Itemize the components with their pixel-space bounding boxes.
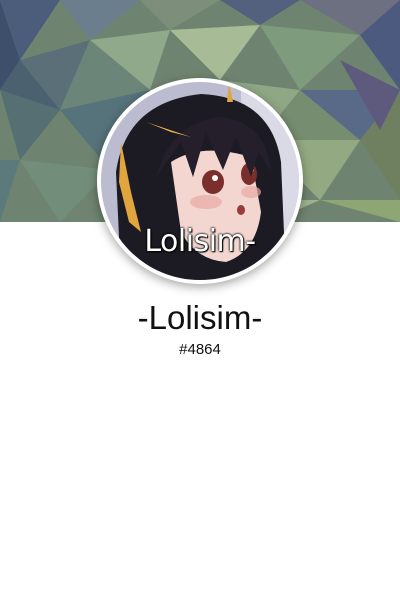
avatar-caption: Lolisim- (144, 224, 256, 259)
profile-card: Lolisim- -Lolisim- #4864 (0, 0, 400, 600)
username: -Lolisim- (137, 299, 263, 336)
avatar[interactable]: Lolisim- (101, 82, 299, 280)
avatar-frame: Lolisim- (97, 78, 303, 284)
user-discriminator: #4864 (179, 341, 221, 358)
